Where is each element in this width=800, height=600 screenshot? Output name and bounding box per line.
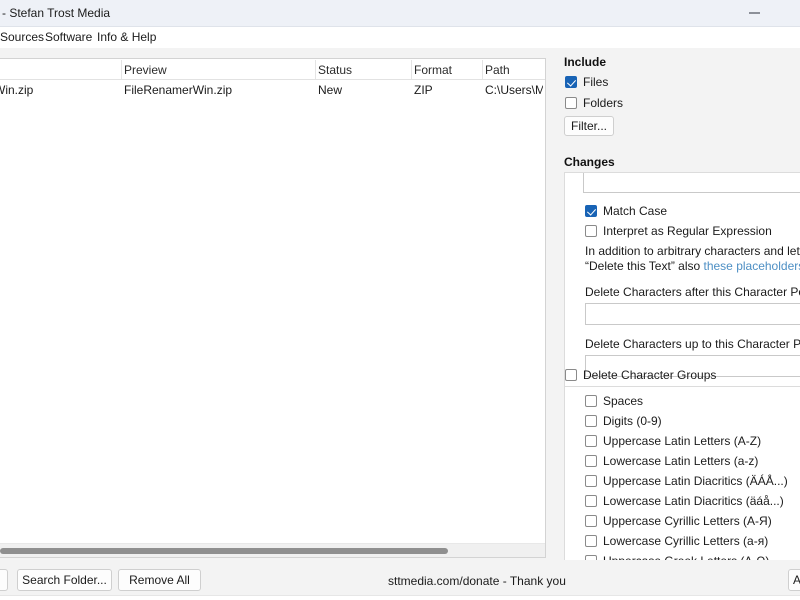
- checkbox-match-case[interactable]: Match Case: [585, 204, 667, 218]
- table-row[interactable]: Win.zip FileRenamerWin.zip New ZIP C:\Us…: [0, 80, 545, 100]
- checkbox-group-lowercase-latin[interactable]: Lowercase Latin Letters (a-z): [585, 454, 758, 468]
- checkbox-box-digits[interactable]: [585, 415, 597, 427]
- search-folder-button[interactable]: Search Folder...: [17, 569, 112, 591]
- donate-status-text[interactable]: sttmedia.com/donate - Thank you: [388, 574, 566, 588]
- checkbox-files[interactable]: Files: [565, 75, 608, 89]
- horizontal-scrollbar[interactable]: [0, 543, 545, 557]
- file-list-panel[interactable]: Preview Status Format Path Win.zip FileR…: [0, 58, 546, 558]
- window-title: - Stefan Trost Media: [2, 6, 111, 20]
- checkbox-label-uppercase-cyrillic: Uppercase Cyrillic Letters (А-Я): [603, 514, 772, 528]
- delete-upto-position-label: Delete Characters up to this Character P…: [585, 337, 800, 351]
- checkbox-group-spaces[interactable]: Spaces: [585, 394, 643, 408]
- checkbox-group-uppercase-cyrillic[interactable]: Uppercase Cyrillic Letters (А-Я): [585, 514, 772, 528]
- checkbox-box-uppercase-latin-diacritics[interactable]: [585, 475, 597, 487]
- checkbox-label-regex: Interpret as Regular Expression: [603, 224, 772, 238]
- menu-item-software[interactable]: Software: [41, 30, 96, 45]
- checkbox-label-match-case: Match Case: [603, 204, 668, 218]
- checkbox-box-spaces[interactable]: [585, 395, 597, 407]
- cell-format: ZIP: [414, 83, 433, 97]
- checkbox-label-lowercase-latin-diacritics: Lowercase Latin Diacritics (äáå...): [603, 494, 784, 508]
- checkbox-label-digits: Digits (0-9): [603, 414, 662, 428]
- bottom-bar: Search Folder... Remove All sttmedia.com…: [0, 560, 800, 600]
- checkbox-delete-character-groups[interactable]: Delete Character Groups: [565, 368, 716, 382]
- delete-after-position-input[interactable]: [585, 303, 800, 325]
- checkbox-box-delete-character-groups[interactable]: [565, 369, 577, 381]
- checkbox-label-delete-character-groups: Delete Character Groups: [583, 368, 717, 382]
- cell-name: Win.zip: [0, 83, 34, 97]
- checkbox-label-spaces: Spaces: [603, 394, 644, 408]
- delete-after-position-label: Delete Characters after this Character P…: [585, 285, 800, 299]
- checkbox-box-files[interactable]: [565, 76, 577, 88]
- checkbox-group-uppercase-latin[interactable]: Uppercase Latin Letters (A-Z): [585, 434, 761, 448]
- app-window: - Stefan Trost Media Sources Software In…: [0, 0, 800, 600]
- checkbox-label-uppercase-latin-diacritics: Uppercase Latin Diacritics (ÄÁÅ...): [603, 474, 788, 488]
- checkbox-box-lowercase-cyrillic[interactable]: [585, 535, 597, 547]
- checkbox-label-lowercase-cyrillic: Lowercase Cyrillic Letters (а-я): [603, 534, 769, 548]
- checkbox-folders[interactable]: Folders: [565, 96, 623, 110]
- checkbox-label-folders: Folders: [583, 96, 624, 110]
- cell-preview: FileRenamerWin.zip: [124, 83, 233, 97]
- placeholder-hint-prefix: “Delete this Text” also: [585, 259, 704, 273]
- checkbox-regex[interactable]: Interpret as Regular Expression: [585, 224, 772, 238]
- column-header-path[interactable]: Path: [485, 63, 543, 77]
- checkbox-box-folders[interactable]: [565, 97, 577, 109]
- minimize-button[interactable]: [731, 0, 777, 26]
- checkbox-group-lowercase-cyrillic[interactable]: Lowercase Cyrillic Letters (а-я): [585, 534, 768, 548]
- changes-group-title: Changes: [564, 155, 615, 169]
- checkbox-box-match-case[interactable]: [585, 205, 597, 217]
- remove-all-button[interactable]: Remove All: [118, 569, 201, 591]
- checkbox-group-uppercase-latin-diacritics[interactable]: Uppercase Latin Diacritics (ÄÁÅ...): [585, 474, 788, 488]
- column-divider[interactable]: [482, 60, 483, 79]
- horizontal-scrollbar-thumb[interactable]: [0, 548, 448, 554]
- column-divider[interactable]: [315, 60, 316, 79]
- file-list-header: Preview Status Format Path: [0, 59, 545, 80]
- checkbox-group-digits[interactable]: Digits (0-9): [585, 414, 662, 428]
- filter-button[interactable]: Filter...: [564, 116, 614, 136]
- title-bar: - Stefan Trost Media: [0, 0, 800, 27]
- cell-path: C:\Users\Merc: [485, 83, 543, 97]
- include-group-title: Include: [564, 55, 607, 69]
- checkbox-label-uppercase-latin: Uppercase Latin Letters (A-Z): [603, 434, 762, 448]
- character-groups-subpanel: Spaces Digits (0-9) Uppercase Latin Lett…: [564, 386, 800, 568]
- clipped-right-button[interactable]: A: [788, 569, 800, 591]
- minimize-icon: [748, 12, 760, 14]
- column-divider[interactable]: [121, 60, 122, 79]
- checkbox-label-files: Files: [583, 75, 609, 89]
- clipped-left-button[interactable]: [0, 569, 8, 591]
- placeholder-hint-line-1: In addition to arbitrary characters and …: [585, 244, 800, 258]
- checkbox-group-lowercase-latin-diacritics[interactable]: Lowercase Latin Diacritics (äáå...): [585, 494, 784, 508]
- column-divider[interactable]: [411, 60, 412, 79]
- window-bottom-edge: [0, 595, 800, 600]
- checkbox-box-uppercase-cyrillic[interactable]: [585, 515, 597, 527]
- column-header-format[interactable]: Format: [414, 63, 479, 77]
- placeholder-hint-line-2: “Delete this Text” also these placeholde…: [585, 259, 800, 273]
- checkbox-label-lowercase-latin: Lowercase Latin Letters (a-z): [603, 454, 759, 468]
- checkbox-box-lowercase-latin-diacritics[interactable]: [585, 495, 597, 507]
- checkbox-box-regex[interactable]: [585, 225, 597, 237]
- options-panel: Include Files Folders Filter... Changes …: [560, 48, 800, 568]
- search-text-input[interactable]: [583, 173, 800, 193]
- checkbox-box-lowercase-latin[interactable]: [585, 455, 597, 467]
- placeholders-link[interactable]: these placeholders: [704, 259, 800, 273]
- menu-item-info-help[interactable]: Info & Help: [93, 30, 160, 45]
- column-header-preview[interactable]: Preview: [124, 63, 314, 77]
- cell-status: New: [318, 83, 343, 97]
- menu-bar: Sources Software Info & Help: [0, 27, 800, 48]
- column-header-status[interactable]: Status: [318, 63, 408, 77]
- checkbox-box-uppercase-latin[interactable]: [585, 435, 597, 447]
